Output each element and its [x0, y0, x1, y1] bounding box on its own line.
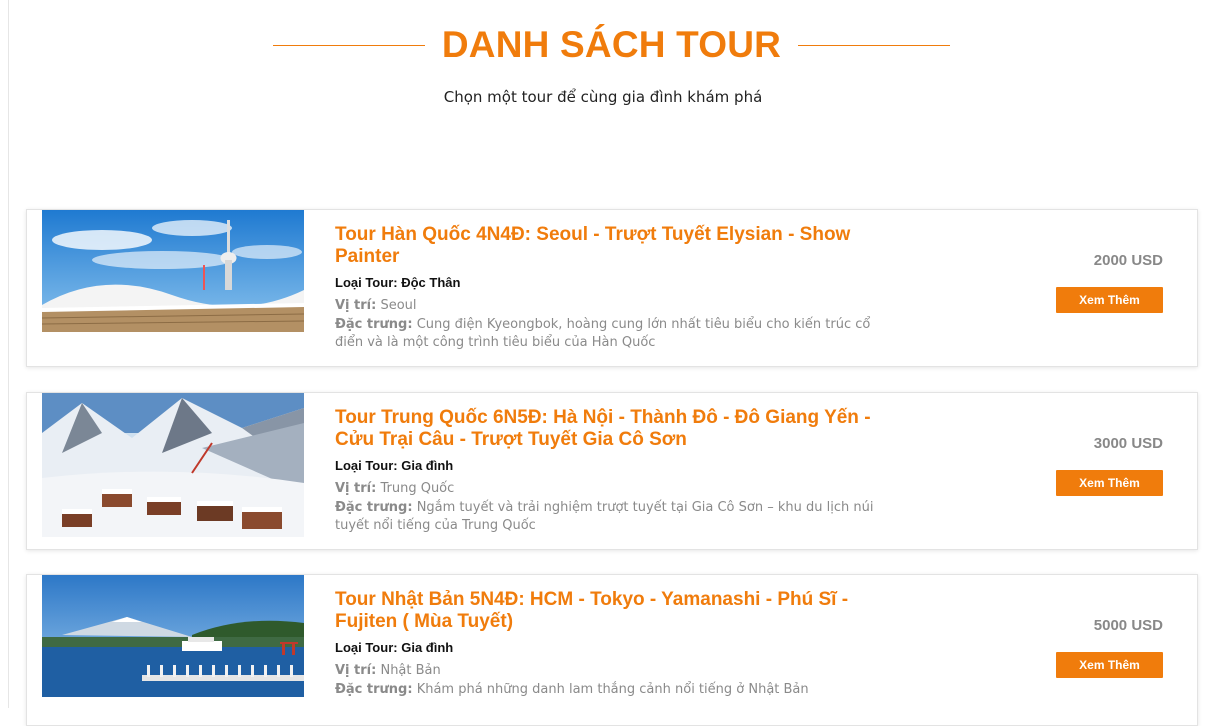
tour-price: 2000 USD	[1093, 252, 1163, 269]
tour-price: 3000 USD	[1093, 435, 1163, 452]
tour-feature: Đặc trưng: Khám phá những danh lam thắng…	[335, 681, 875, 699]
heading-left-line	[273, 45, 425, 46]
tour-card: Tour Nhật Bản 5N4Đ: HCM - Tokyo - Yamana…	[26, 574, 1198, 726]
tour-location-label: Vị trí:	[335, 298, 377, 313]
tour-type-value: Gia đình	[401, 640, 454, 655]
tour-location: Vị trí: Nhật Bản	[335, 662, 875, 680]
tour-location-label: Vị trí:	[335, 481, 377, 496]
tour-title[interactable]: Tour Nhật Bản 5N4Đ: HCM - Tokyo - Yamana…	[335, 589, 875, 633]
view-more-button[interactable]: Xem Thêm	[1056, 652, 1163, 678]
tour-location-label: Vị trí:	[335, 663, 377, 678]
tour-location: Vị trí: Trung Quốc	[335, 480, 875, 498]
tour-feature-label: Đặc trưng:	[335, 500, 413, 515]
tour-card: Tour Hàn Quốc 4N4Đ: Seoul - Trượt Tuyết …	[26, 209, 1198, 367]
tour-location-value: Seoul	[380, 298, 417, 313]
tour-type-value: Độc Thân	[401, 275, 461, 290]
tour-feature-label: Đặc trưng:	[335, 317, 413, 332]
tour-type: Loại Tour: Độc Thân	[335, 275, 875, 290]
page-subtitle: Chọn một tour để cùng gia đình khám phá	[443, 88, 763, 106]
tour-type: Loại Tour: Gia đình	[335, 458, 875, 473]
heading-right-line	[798, 45, 950, 46]
tour-image-seoul[interactable]	[42, 210, 304, 332]
tour-type-value: Gia đình	[401, 458, 454, 473]
tour-feature-value: Ngắm tuyết và trải nghiệm trượt tuyết tạ…	[335, 500, 874, 533]
tour-type-label: Loại Tour:	[335, 640, 398, 655]
tour-location: Vị trí: Seoul	[335, 297, 875, 315]
tour-type-label: Loại Tour:	[335, 275, 398, 290]
tour-type: Loại Tour: Gia đình	[335, 640, 875, 655]
tour-feature: Đặc trưng: Cung điện Kyeongbok, hoàng cu…	[335, 316, 875, 352]
tour-location-value: Nhật Bản	[380, 663, 441, 678]
tour-card: Tour Trung Quốc 6N5Đ: Hà Nội - Thành Đô …	[26, 392, 1198, 550]
section-header: DANH SÁCH TOUR	[0, 22, 1206, 68]
tour-title[interactable]: Tour Hàn Quốc 4N4Đ: Seoul - Trượt Tuyết …	[335, 224, 875, 268]
page-left-border	[8, 0, 9, 708]
tour-feature-value: Khám phá những danh lam thắng cảnh nổi t…	[416, 682, 809, 697]
tour-price: 5000 USD	[1093, 617, 1163, 634]
page-title: DANH SÁCH TOUR	[441, 24, 782, 65]
tour-image-japan[interactable]	[42, 575, 304, 697]
tour-feature-value: Cung điện Kyeongbok, hoàng cung lớn nhất…	[335, 317, 871, 350]
tour-feature-label: Đặc trưng:	[335, 682, 413, 697]
tour-location-value: Trung Quốc	[380, 481, 455, 496]
view-more-button[interactable]: Xem Thêm	[1056, 470, 1163, 496]
tour-image-china[interactable]	[42, 393, 304, 537]
view-more-button[interactable]: Xem Thêm	[1056, 287, 1163, 313]
tour-type-label: Loại Tour:	[335, 458, 398, 473]
tour-title[interactable]: Tour Trung Quốc 6N5Đ: Hà Nội - Thành Đô …	[335, 407, 875, 451]
tour-feature: Đặc trưng: Ngắm tuyết và trải nghiệm trư…	[335, 499, 875, 535]
